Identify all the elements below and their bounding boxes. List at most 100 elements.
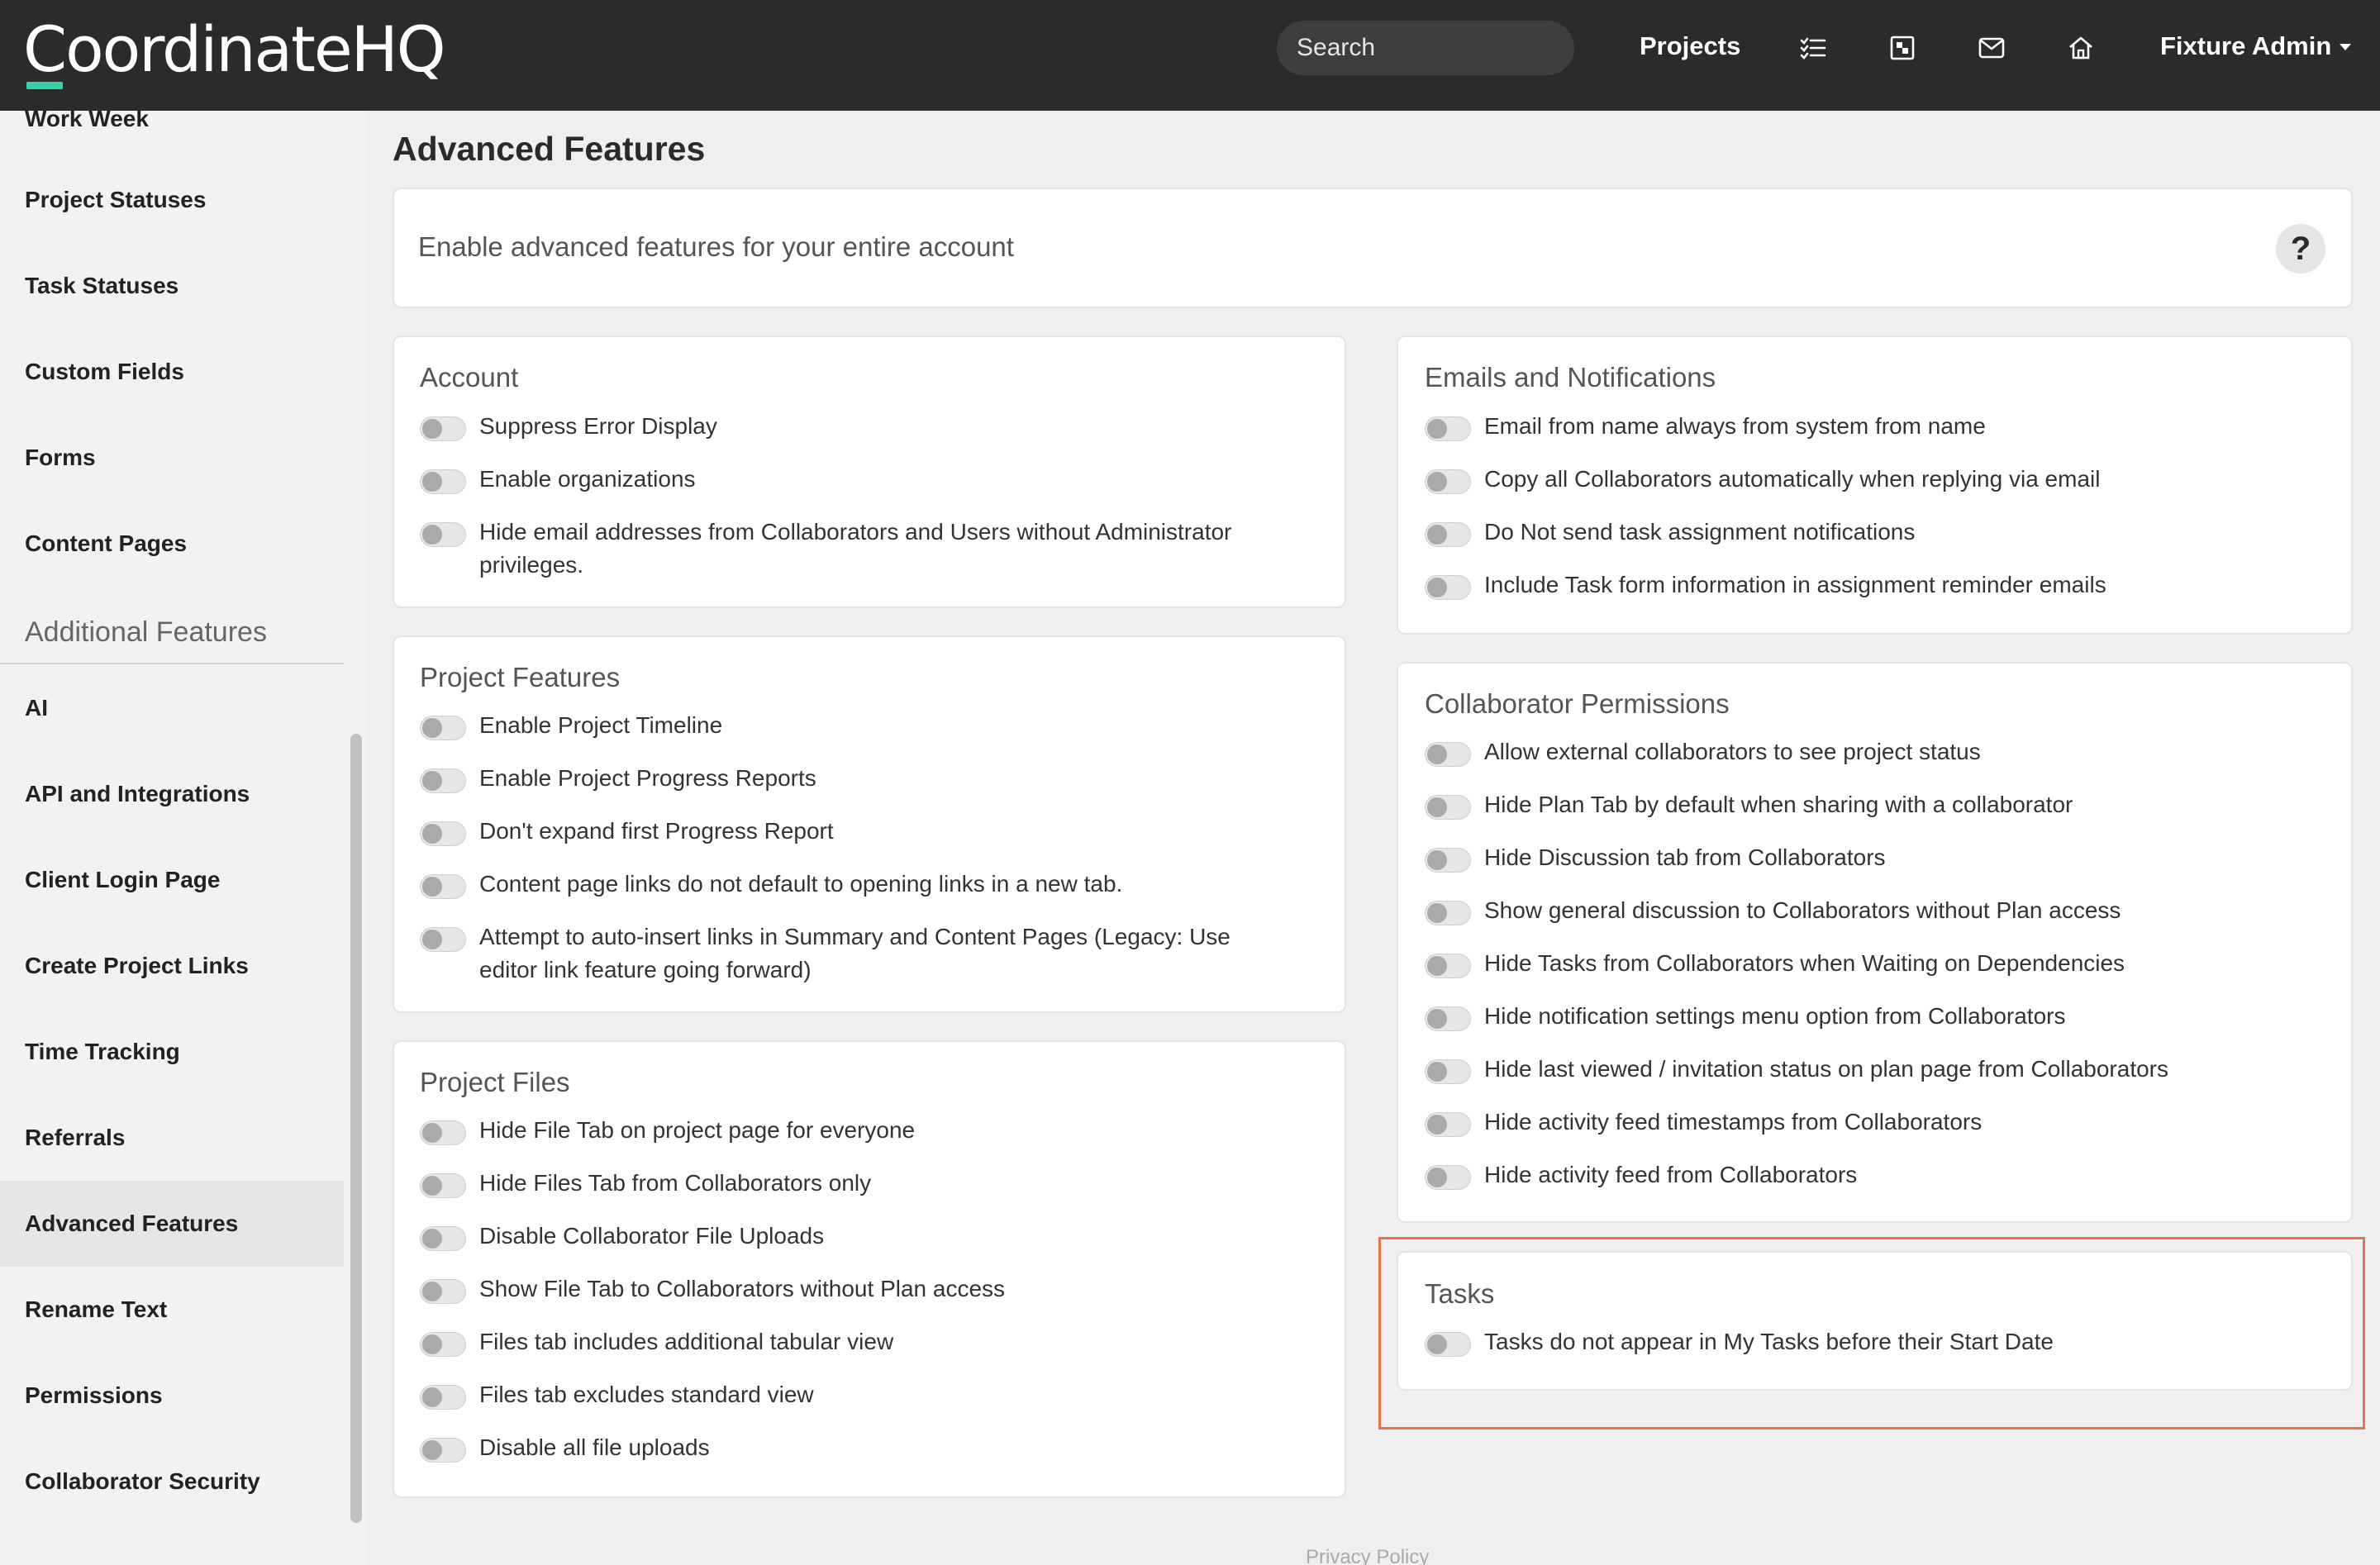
sidebar-item-task-statuses[interactable]: Task Statuses	[0, 243, 344, 329]
sidebar-item-project-statuses[interactable]: Project Statuses	[0, 157, 344, 243]
sidebar-item-custom-fields[interactable]: Custom Fields	[0, 329, 344, 415]
option-enable-organizations[interactable]: Enable organizations	[420, 466, 696, 496]
sidebar-item-work-week[interactable]: Work Week	[0, 111, 344, 162]
toggle-switch[interactable]	[1425, 901, 1471, 925]
user-menu[interactable]: Fixture Admin	[2160, 31, 2352, 61]
option-label: Do Not send task assignment notification…	[1484, 519, 1916, 545]
option-label: Enable organizations	[479, 466, 696, 492]
option-label: Hide email addresses from Collaborators …	[479, 516, 1231, 582]
sidebar-item-forms[interactable]: Forms	[0, 415, 344, 501]
toggle-switch[interactable]	[420, 1279, 466, 1304]
project-files-card-title: Project Files	[420, 1067, 570, 1097]
toggle-switch[interactable]	[1425, 795, 1471, 820]
toggle-switch[interactable]	[420, 416, 466, 441]
toggle-switch[interactable]	[420, 1438, 466, 1463]
option-hide-last-viewed[interactable]: Hide last viewed / invitation status on …	[1425, 1056, 2168, 1086]
toggle-switch[interactable]	[1425, 469, 1471, 494]
help-button[interactable]: ?	[2276, 224, 2325, 274]
mail-icon[interactable]	[1977, 33, 2006, 63]
option-files-tabular-view[interactable]: Files tab includes additional tabular vi…	[420, 1329, 893, 1358]
toggle-switch[interactable]	[420, 1173, 466, 1198]
option-hide-files-tab-collaborators[interactable]: Hide Files Tab from Collaborators only	[420, 1170, 871, 1200]
sidebar-item-client-login-page[interactable]: Client Login Page	[0, 837, 344, 923]
option-label-line-1: Hide email addresses from Collaborators …	[479, 519, 1232, 545]
logo[interactable]: CoordinateHQ	[23, 15, 446, 89]
option-hide-file-tab-everyone[interactable]: Hide File Tab on project page for everyo…	[420, 1117, 915, 1147]
toggle-switch[interactable]	[1425, 742, 1471, 767]
toggle-switch[interactable]	[1425, 1006, 1471, 1031]
option-hide-tasks-waiting[interactable]: Hide Tasks from Collaborators when Waiti…	[1425, 950, 2125, 980]
option-label: Copy all Collaborators automatically whe…	[1484, 466, 2101, 492]
toggle-switch[interactable]	[1425, 522, 1471, 547]
logo-accent	[26, 82, 63, 89]
privacy-policy-link[interactable]: Privacy Policy	[1306, 1546, 1429, 1565]
option-include-task-form-info[interactable]: Include Task form information in assignm…	[1425, 572, 2106, 602]
tasks-icon[interactable]	[1798, 33, 1828, 63]
option-label: Don't expand first Progress Report	[479, 818, 834, 844]
emails-card-title: Emails and Notifications	[1425, 362, 1716, 392]
toggle-switch[interactable]	[420, 1332, 466, 1357]
sidebar-item-referrals[interactable]: Referrals	[0, 1095, 344, 1181]
option-label: Hide activity feed timestamps from Colla…	[1484, 1109, 1983, 1135]
option-label: Files tab includes additional tabular vi…	[479, 1329, 894, 1354]
option-content-page-links[interactable]: Content page links do not default to ope…	[420, 871, 1122, 901]
option-label: Enable Project Timeline	[479, 712, 723, 738]
sidebar-item-api-integrations[interactable]: API and Integrations	[0, 751, 344, 837]
option-suppress-error-display[interactable]: Suppress Error Display	[420, 413, 717, 443]
toggle-switch[interactable]	[420, 716, 466, 740]
option-enable-project-timeline[interactable]: Enable Project Timeline	[420, 712, 722, 742]
search-input[interactable]	[1277, 21, 1574, 75]
sidebar-item-create-project-links[interactable]: Create Project Links	[0, 923, 344, 1009]
sidebar-item-advanced-features[interactable]: Advanced Features	[0, 1181, 344, 1267]
option-email-from-name[interactable]: Email from name always from system from …	[1425, 413, 1986, 443]
option-label: Hide last viewed / invitation status on …	[1484, 1056, 2168, 1082]
option-hide-activity-feed[interactable]: Hide activity feed from Collaborators	[1425, 1162, 1857, 1192]
toggle-switch[interactable]	[420, 1385, 466, 1410]
sidebar-item-time-tracking[interactable]: Time Tracking	[0, 1009, 344, 1095]
option-auto-insert-links[interactable]: Attempt to auto-insert links in Summary …	[420, 924, 1230, 987]
toggle-switch[interactable]	[1425, 954, 1471, 978]
sidebar-item-rename-text[interactable]: Rename Text	[0, 1267, 344, 1353]
sidebar-item-ai[interactable]: AI	[0, 665, 344, 751]
toggle-switch[interactable]	[420, 821, 466, 846]
toggle-switch[interactable]	[420, 1120, 466, 1145]
toggle-switch[interactable]	[420, 522, 466, 547]
toggle-switch[interactable]	[1425, 1112, 1471, 1137]
option-hide-plan-tab[interactable]: Hide Plan Tab by default when sharing wi…	[1425, 792, 2073, 821]
option-hide-email-addresses[interactable]: Hide email addresses from Collaborators …	[420, 519, 1231, 582]
option-label: Content page links do not default to ope…	[479, 871, 1123, 897]
sidebar-item-permissions[interactable]: Permissions	[0, 1353, 344, 1439]
option-hide-discussion-tab[interactable]: Hide Discussion tab from Collaborators	[1425, 844, 1886, 874]
option-dont-expand-progress-report[interactable]: Don't expand first Progress Report	[420, 818, 834, 848]
option-show-general-discussion[interactable]: Show general discussion to Collaborators…	[1425, 897, 2121, 927]
toggle-switch[interactable]	[1425, 416, 1471, 441]
toggle-switch[interactable]	[1425, 1059, 1471, 1084]
toggle-switch[interactable]	[420, 768, 466, 793]
toggle-switch[interactable]	[1425, 1165, 1471, 1190]
option-show-file-tab-no-plan[interactable]: Show File Tab to Collaborators without P…	[420, 1276, 1005, 1306]
option-hide-notification-settings[interactable]: Hide notification settings menu option f…	[1425, 1003, 2065, 1033]
option-hide-feed-timestamps[interactable]: Hide activity feed timestamps from Colla…	[1425, 1109, 1982, 1139]
toggle-switch[interactable]	[1425, 575, 1471, 600]
sidebar-item-collaborator-security[interactable]: Collaborator Security	[0, 1439, 344, 1525]
option-enable-progress-reports[interactable]: Enable Project Progress Reports	[420, 765, 816, 795]
dashboard-icon[interactable]	[1887, 33, 1917, 63]
nav-projects-link[interactable]: Projects	[1640, 31, 1740, 61]
option-label: Hide Discussion tab from Collaborators	[1484, 844, 1886, 870]
option-files-excludes-standard[interactable]: Files tab excludes standard view	[420, 1382, 814, 1411]
option-label-line-2: editor link feature going forward)	[479, 957, 812, 982]
option-no-assignment-notifications[interactable]: Do Not send task assignment notification…	[1425, 519, 1915, 549]
option-copy-collaborators[interactable]: Copy all Collaborators automatically whe…	[1425, 466, 2100, 496]
toggle-switch[interactable]	[420, 469, 466, 494]
toggle-switch[interactable]	[1425, 848, 1471, 873]
chevron-down-icon	[2340, 44, 2352, 50]
option-external-see-status[interactable]: Allow external collaborators to see proj…	[1425, 739, 1981, 768]
toggle-switch[interactable]	[420, 874, 466, 899]
home-icon[interactable]	[2066, 33, 2096, 63]
sidebar-item-content-pages[interactable]: Content Pages	[0, 501, 344, 587]
option-disable-collaborator-uploads[interactable]: Disable Collaborator File Uploads	[420, 1223, 824, 1253]
toggle-switch[interactable]	[420, 1226, 466, 1251]
sidebar-scrollbar-thumb[interactable]	[350, 734, 362, 1523]
option-disable-all-uploads[interactable]: Disable all file uploads	[420, 1434, 710, 1464]
toggle-switch[interactable]	[420, 927, 466, 952]
